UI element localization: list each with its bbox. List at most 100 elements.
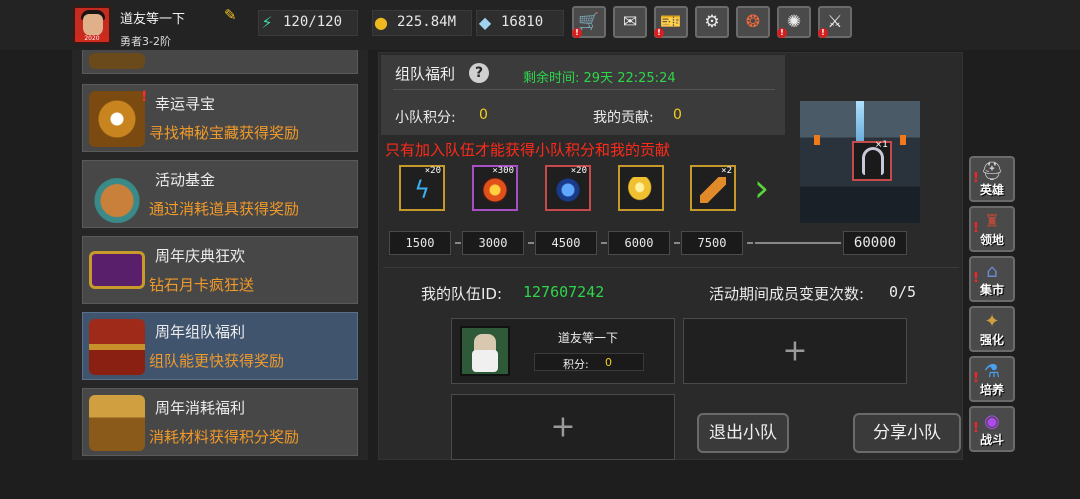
member-slot-self[interactable]: 道友等一下 积分: 0 [451,318,675,384]
team-id: 127607242 [523,283,605,301]
activity-item-partial[interactable] [82,50,358,74]
side-nav-enhance[interactable]: ✦ 强化 [969,306,1015,352]
divider [383,267,959,268]
fire-orb-icon [482,177,508,203]
helmet-icon: ⛑ [980,161,1004,182]
milestone-link [528,242,534,244]
spark-icon: ✺ [786,12,802,32]
remaining-label: 剩余时间: [523,71,580,86]
diamond-value: 16810 [501,14,544,30]
activity-item-team-benefit[interactable]: 周年组队福利 组队能更快获得奖励 [82,312,358,380]
crossed-swords-icon: ⚔ [827,12,843,32]
lucky-wheel-button[interactable]: ❂ [736,6,770,38]
help-icon[interactable]: ? [469,63,489,83]
team-points-label: 小队积分: [395,110,456,126]
share-team-button[interactable]: 分享小队 [853,413,961,453]
rainbow-wheel-icon: ❂ [745,12,761,32]
shop-button[interactable]: 🛒! [572,6,606,38]
side-nav-label: 培养 [979,383,1004,397]
grand-reward-scene[interactable]: ×1 [800,101,920,223]
crystal-icon: ✦ [984,311,1000,332]
side-nav-battle[interactable]: ◉ ! 战斗 [969,406,1015,452]
activity-item-celebration[interactable]: 周年庆典狂欢 钻石月卡疯狂送 [82,236,358,304]
activity-desc: 通过消耗道具获得奖励 [149,200,300,218]
gift-button[interactable]: 🎫! [654,6,688,38]
player-name: 道友等一下 [120,12,186,27]
activity-desc: 组队能更快获得奖励 [149,352,285,370]
member-slot-empty[interactable]: + [683,318,907,384]
energy-value: 120/120 [283,14,343,30]
side-nav-label: 集市 [979,283,1004,297]
team-points-value: 0 [479,107,488,123]
gear-icon: ⚙ [704,12,720,32]
member-score-label: 积分: [563,358,589,371]
side-nav-hero[interactable]: ⛑ ! 英雄 [969,156,1015,202]
torch-left [814,135,820,145]
team-benefit-panel: 组队福利 ? 剩余时间: 29天 22:25:24 小队积分: 0 我的贡献: … [378,52,963,460]
reward-item[interactable]: ×20 [545,165,591,211]
activity-item-lucky-treasure[interactable]: ! 幸运寻宝 寻找神秘宝藏获得奖励 [82,84,358,152]
reward-item[interactable]: ×300 [472,165,518,211]
settings-button[interactable]: ⚙ [695,6,729,38]
side-nav-territory[interactable]: ♜ ! 领地 [969,206,1015,252]
team-id-label: 我的队伍ID: [421,285,503,303]
activity-item-consume-benefit[interactable]: 周年消耗福利 消耗材料获得积分奖励 [82,388,358,456]
lightning-scroll-icon: ϟ [414,176,430,204]
treasure-medallion-icon [89,91,145,147]
spark-button[interactable]: ✺! [777,6,811,38]
activity-list[interactable]: ! 幸运寻宝 寻找神秘宝藏获得奖励 活动基金 通过消耗道具获得奖励 周年庆典狂欢… [72,50,368,460]
mail-icon: ✉ [622,12,638,32]
edit-name-icon[interactable]: ✎ [224,7,240,23]
side-nav-market[interactable]: ⌂ ! 集市 [969,256,1015,302]
activity-desc: 钻石月卡疯狂送 [149,276,255,294]
top-bar: 2020 道友等一下 勇者3-2阶 ✎ ⚡ 120/120 ● 225.84M … [0,0,1080,50]
golden-egg-icon [628,177,654,203]
money-bag-icon [89,167,145,223]
potion-icon: ⚗ [983,361,1001,382]
reward-item[interactable] [618,165,664,211]
castle-icon: ♜ [983,211,1001,232]
reward-item[interactable]: ×2 [690,165,736,211]
leave-team-button[interactable]: 退出小队 [697,413,789,453]
side-nav-label: 强化 [979,333,1004,347]
member-score-value: 0 [605,356,612,369]
milestone: 7500 [681,231,743,255]
member-change-label: 活动期间成员变更次数: [709,285,865,303]
member-name: 道友等一下 [558,331,619,345]
join-team-warning: 只有加入队伍才能获得小队积分和我的贡献 [385,141,671,159]
portal-icon: ◉ [984,411,1000,432]
alert-icon: ! [141,89,148,105]
fire-scroll-icon [700,177,726,203]
activity-icon [89,53,145,69]
activity-item-fund[interactable]: 活动基金 通过消耗道具获得奖励 [82,160,358,228]
member-slot-empty[interactable]: + [451,394,675,460]
activity-desc: 寻找神秘宝藏获得奖励 [149,124,300,142]
side-nav-cultivate[interactable]: ⚗ ! 培养 [969,356,1015,402]
boss-reward-item[interactable]: ×1 [852,140,892,181]
reward-count: ×20 [424,166,441,176]
swords-button[interactable]: ⚔! [818,6,852,38]
activity-title: 活动基金 [155,171,216,189]
activity-title: 周年庆典狂欢 [155,247,246,265]
next-arrow-icon[interactable]: › [754,167,776,209]
diamond-icon: ◆ [478,13,492,32]
alert-icon: ! [818,28,828,38]
avatar-badge: 2020 [75,35,109,42]
milestone: 3000 [462,231,524,255]
diamond-resource: ◆ 16810 [476,10,564,36]
my-contrib-label: 我的贡献: [593,110,654,126]
add-member-icon: + [782,333,808,369]
mail-button[interactable]: ✉ [613,6,647,38]
reward-item[interactable]: ϟ ×20 [399,165,445,211]
gift-ticket-icon: 🎫 [660,12,682,32]
gold-resource: ● 225.84M [372,10,472,36]
alert-icon: ! [654,28,664,38]
alert-icon: ! [572,28,582,38]
member-avatar [460,326,510,376]
activity-desc: 消耗材料获得积分奖励 [149,428,300,446]
milestone: 1500 [389,231,451,255]
member-score: 积分: 0 [534,353,644,371]
boss-reward-count: ×1 [874,140,888,150]
gold-coin-icon: ● [374,13,388,32]
player-avatar[interactable]: 2020 [73,6,111,44]
